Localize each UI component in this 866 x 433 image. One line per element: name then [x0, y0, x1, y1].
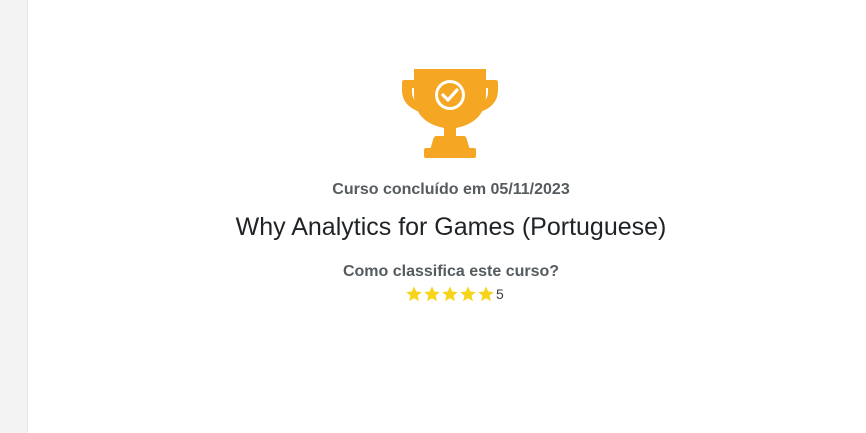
star-rating[interactable]: 5: [405, 284, 504, 304]
star-icon[interactable]: [459, 285, 477, 303]
rating-value: 5: [496, 286, 504, 302]
course-title: Why Analytics for Games (Portuguese): [235, 213, 667, 241]
left-sidebar-rail: [0, 0, 28, 433]
star-icon[interactable]: [405, 285, 423, 303]
completion-date-label: Curso concluído em 05/11/2023: [332, 181, 570, 198]
star-icon[interactable]: [423, 285, 441, 303]
rating-question: Como classifica este curso?: [342, 263, 560, 280]
trophy-check-icon: [402, 69, 498, 158]
star-icon[interactable]: [441, 285, 459, 303]
star-icon[interactable]: [477, 285, 495, 303]
course-completion-panel: Curso concluído em 05/11/2023 Why Analyt…: [28, 0, 866, 433]
